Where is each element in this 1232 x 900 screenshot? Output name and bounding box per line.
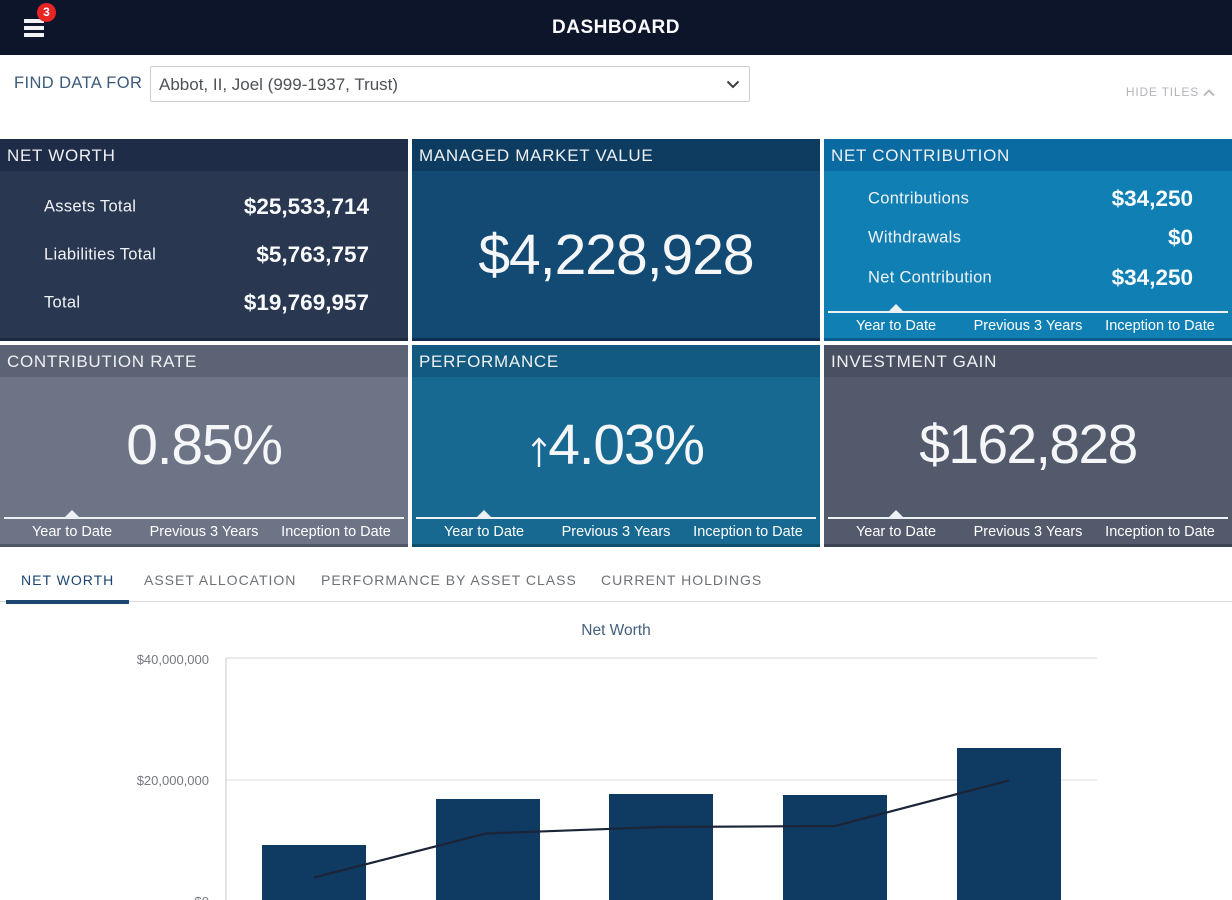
svg-text:$20,000,000: $20,000,000 — [137, 773, 209, 788]
svg-text:$0: $0 — [195, 894, 209, 900]
svg-text:$40,000,000: $40,000,000 — [137, 652, 209, 667]
